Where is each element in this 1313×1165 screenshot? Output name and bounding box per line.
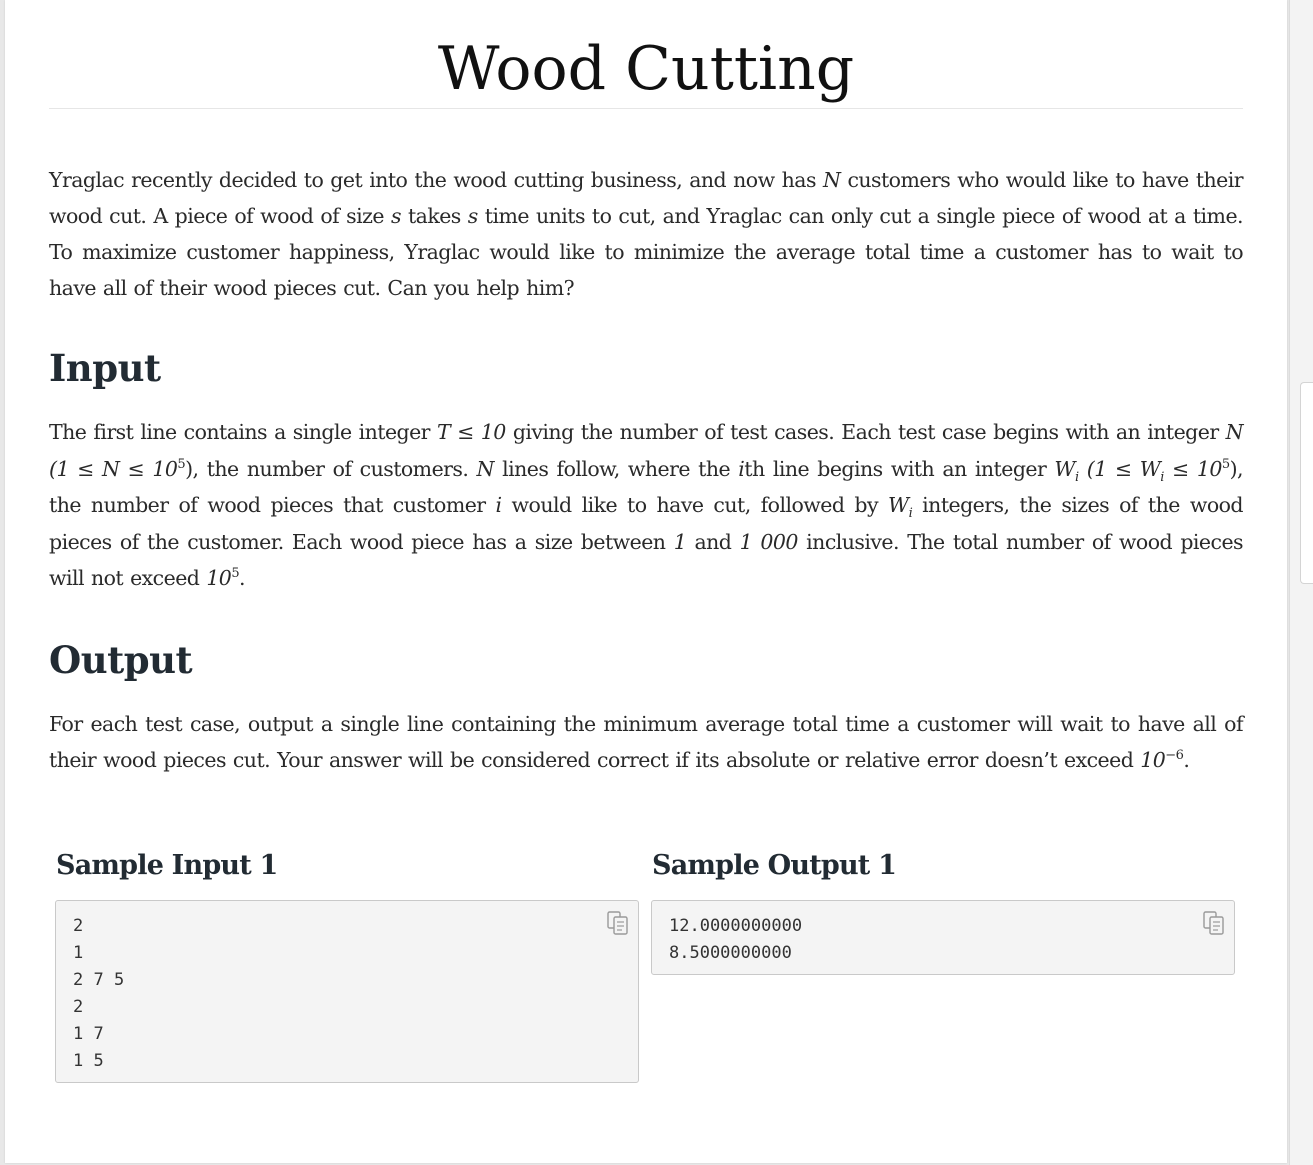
math: T ≤ 10 <box>436 420 506 444</box>
sample-output-box[interactable]: 12.0000000000 8.5000000000 <box>651 900 1235 975</box>
intro-paragraph: Yraglac recently decided to get into the… <box>49 162 1244 306</box>
math: 10 <box>206 566 232 590</box>
copy-icon[interactable] <box>605 910 631 936</box>
sample-output-line: 12.0000000000 <box>669 916 803 936</box>
sample-input-line: 2 7 5 <box>73 970 125 990</box>
text: lines follow, where the <box>493 456 739 481</box>
math: N <box>823 168 841 192</box>
math: W <box>888 493 909 517</box>
sample-input-line: 1 7 <box>73 1024 104 1044</box>
text: Yraglac recently decided to get into the… <box>49 168 823 192</box>
math: W <box>1054 456 1075 481</box>
text: would like to have cut, followed by <box>501 493 889 517</box>
math: N <box>1225 420 1244 444</box>
copy-icon[interactable] <box>1201 910 1227 936</box>
math: ≤ 10 <box>1163 456 1222 481</box>
text: The first line contains a single integer <box>49 420 437 444</box>
input-paragraph: The first line contains a single integer… <box>49 414 1244 597</box>
text: For each test case, output a single line… <box>49 712 1244 772</box>
text: takes <box>400 204 468 228</box>
sample-input-box[interactable]: 2 1 2 7 5 2 1 7 1 5 <box>55 900 639 1083</box>
input-heading: Input <box>49 346 161 390</box>
side-panel-edge <box>1289 0 1313 1165</box>
math: (1 ≤ N ≤ 10 <box>49 456 178 481</box>
sample-output-line: 8.5000000000 <box>669 943 792 963</box>
math: 1 000 <box>739 529 799 554</box>
text: . <box>239 566 246 590</box>
sample-output-title: Sample Output 1 <box>652 850 897 881</box>
problem-statement: Wood Cutting Yraglac recently decided to… <box>49 0 1244 1083</box>
math: N <box>476 456 495 481</box>
output-paragraph: For each test case, output a single line… <box>49 706 1244 778</box>
math: s <box>391 204 402 228</box>
text: ), the number of customers. <box>185 456 477 481</box>
math-sup: 5 <box>1221 456 1230 472</box>
math-sup: 5 <box>177 456 186 472</box>
sample-input-line: 2 <box>73 916 84 936</box>
math: 1 <box>673 529 687 554</box>
sample-input-line: 1 5 <box>73 1051 104 1071</box>
side-panel-tab[interactable] <box>1300 382 1313 584</box>
sample-input-title: Sample Input 1 <box>56 850 278 881</box>
sample-input-line: 1 <box>73 943 84 963</box>
output-heading: Output <box>49 638 193 682</box>
math: s <box>467 204 479 228</box>
math: (1 ≤ W <box>1078 456 1161 481</box>
math-sup: −6 <box>1165 748 1184 764</box>
text: giving the number of test cases. Each te… <box>505 420 1226 444</box>
text: . <box>1183 748 1190 772</box>
text: and <box>686 529 740 554</box>
page: Wood Cutting Yraglac recently decided to… <box>5 0 1287 1163</box>
page-title: Wood Cutting <box>49 0 1243 109</box>
text: th line begins with an integer <box>744 456 1055 481</box>
math: 10 <box>1140 748 1166 772</box>
math-sup: 5 <box>231 566 240 582</box>
sample-input-line: 2 <box>73 997 84 1017</box>
